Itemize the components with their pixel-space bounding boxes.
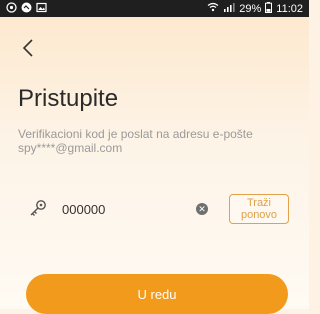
wifi-icon	[207, 2, 219, 15]
battery-percent: 29%	[239, 2, 262, 15]
battery-icon	[265, 1, 273, 16]
status-bar-right: 29% 11:02	[207, 1, 303, 16]
resend-line2: ponovo	[240, 209, 278, 221]
resend-code-button[interactable]: Traži ponovo	[229, 194, 289, 224]
verification-email: spy****@gmail.com	[18, 141, 123, 155]
page-title: Pristupite	[18, 85, 119, 112]
resend-line1: Traži	[246, 197, 272, 209]
image-icon	[36, 2, 47, 16]
verification-info: Verifikacioni kod je poslat na adresu e-…	[18, 127, 288, 155]
verification-message: Verifikacioni kod je poslat na adresu e-…	[18, 127, 253, 141]
back-button[interactable]	[18, 37, 38, 59]
chevron-left-icon	[22, 39, 33, 57]
clear-icon[interactable]: ✕	[196, 203, 208, 215]
status-time: 11:02	[276, 2, 303, 15]
ok-button[interactable]: U redu	[26, 274, 288, 314]
app-icon	[21, 2, 32, 16]
verification-code-row: ✕ Traži ponovo	[0, 188, 309, 232]
verification-code-input[interactable]	[62, 198, 182, 220]
notification-icon	[6, 1, 17, 16]
key-icon	[28, 198, 48, 218]
signal-icon	[223, 2, 235, 15]
status-bar-left	[6, 1, 47, 16]
login-screen: Pristupite Verifikacioni kod je poslat n…	[0, 17, 309, 314]
status-bar: 29% 11:02	[0, 0, 309, 17]
